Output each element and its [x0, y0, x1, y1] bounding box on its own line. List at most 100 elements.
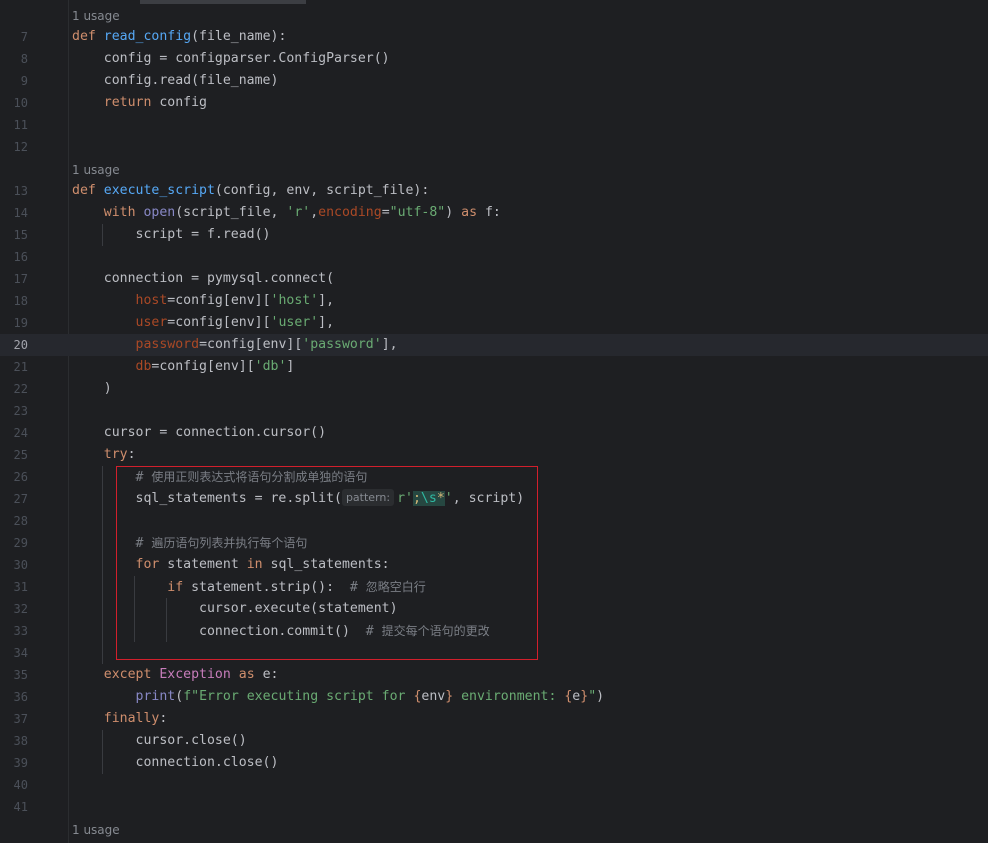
code-row[interactable]: 25 try:: [0, 444, 988, 466]
indent-guide: [102, 224, 103, 246]
code-line[interactable]: except Exception as e:: [72, 664, 279, 686]
line-number: 38: [13, 734, 28, 748]
code-line[interactable]: return config: [72, 92, 207, 114]
line-number: 40: [13, 778, 28, 792]
code-row[interactable]: 34: [0, 642, 988, 664]
code-line[interactable]: def execute_script(config, env, script_f…: [72, 180, 429, 202]
line-number: 33: [13, 624, 28, 638]
code-row[interactable]: 38 cursor.close(): [0, 730, 988, 752]
code-row[interactable]: 27 sql_statements = re.split(pattern: r';…: [0, 488, 988, 510]
line-number: 10: [13, 96, 28, 110]
code-row[interactable]: 8 config = configparser.ConfigParser(): [0, 48, 988, 70]
line-number: 35: [13, 668, 28, 682]
line-number: 19: [13, 316, 28, 330]
usage-hint[interactable]: 1 usage: [72, 820, 120, 840]
line-number: 23: [13, 404, 28, 418]
indent-guide: [166, 598, 167, 642]
line-number: 41: [13, 800, 28, 814]
line-number: 13: [13, 184, 28, 198]
code-row[interactable]: 19 user=config[env]['user'],: [0, 312, 988, 334]
line-number: 39: [13, 756, 28, 770]
code-row[interactable]: 39 connection.close(): [0, 752, 988, 774]
code-row[interactable]: 18 host=config[env]['host'],: [0, 290, 988, 312]
code-line[interactable]: print(f"Error executing script for {env}…: [72, 686, 605, 708]
code-row[interactable]: 29 # 遍历语句列表并执行每个语句: [0, 532, 988, 554]
line-number: 32: [13, 602, 28, 616]
code-row[interactable]: 36 print(f"Error executing script for {e…: [0, 686, 988, 708]
code-row[interactable]: 21 db=config[env]['db']: [0, 356, 988, 378]
line-number: 9: [20, 74, 28, 88]
code-row[interactable]: 7 def read_config(file_name):: [0, 26, 988, 48]
code-line[interactable]: cursor = connection.cursor(): [72, 422, 326, 444]
code-line[interactable]: # 遍历语句列表并执行每个语句: [72, 532, 308, 554]
line-number: 15: [13, 228, 28, 242]
code-line[interactable]: try:: [72, 444, 136, 466]
line-number: 11: [13, 118, 28, 132]
line-number: 18: [13, 294, 28, 308]
code-row[interactable]: 16: [0, 246, 988, 268]
code-line[interactable]: cursor.execute(statement): [72, 598, 398, 620]
code-row[interactable]: 40: [0, 774, 988, 796]
line-number: 12: [13, 140, 28, 154]
code-row[interactable]: 31 if statement.strip(): # 忽略空白行: [0, 576, 988, 598]
code-row[interactable]: 37 finally:: [0, 708, 988, 730]
parameter-name-hint: pattern:: [341, 489, 395, 506]
code-row[interactable]: 17 connection = pymysql.connect(: [0, 268, 988, 290]
code-row[interactable]: 12: [0, 136, 988, 158]
line-number: 25: [13, 448, 28, 462]
code-row[interactable]: 23: [0, 400, 988, 422]
code-row[interactable]: 35 except Exception as e:: [0, 664, 988, 686]
code-line[interactable]: # 使用正则表达式将语句分割成单独的语句: [72, 466, 368, 488]
code-line[interactable]: with open(script_file, 'r',encoding="utf…: [72, 202, 501, 224]
code-line[interactable]: host=config[env]['host'],: [72, 290, 335, 312]
line-number: 36: [13, 690, 28, 704]
code-editor[interactable]: 1 usage 7 def read_config(file_name): 8 …: [0, 0, 988, 843]
line-number: 22: [13, 382, 28, 396]
line-number: 30: [13, 558, 28, 572]
code-row[interactable]: 15 script = f.read(): [0, 224, 988, 246]
code-row[interactable]: 26 # 使用正则表达式将语句分割成单独的语句: [0, 466, 988, 488]
line-number: 17: [13, 272, 28, 286]
code-row[interactable]: 10 return config: [0, 92, 988, 114]
code-line[interactable]: user=config[env]['user'],: [72, 312, 335, 334]
code-row[interactable]: 13 def execute_script(config, env, scrip…: [0, 180, 988, 202]
code-line[interactable]: connection = pymysql.connect(: [72, 268, 334, 290]
line-number: 16: [13, 250, 28, 264]
line-number: 26: [13, 470, 28, 484]
code-line[interactable]: for statement in sql_statements:: [72, 554, 390, 576]
code-line[interactable]: config.read(file_name): [72, 70, 279, 92]
code-row[interactable]: 30 for statement in sql_statements:: [0, 554, 988, 576]
line-number: 34: [13, 646, 28, 660]
line-number: 28: [13, 514, 28, 528]
code-line[interactable]: ): [72, 378, 112, 400]
code-row[interactable]: 28: [0, 510, 988, 532]
code-line[interactable]: if statement.strip(): # 忽略空白行: [72, 576, 426, 598]
code-row[interactable]: 33 connection.commit() # 提交每个语句的更改: [0, 620, 988, 642]
code-line[interactable]: cursor.close(): [72, 730, 247, 752]
indent-guide: [102, 466, 103, 664]
line-number: 27: [13, 492, 28, 506]
code-line[interactable]: def read_config(file_name):: [72, 26, 286, 48]
code-line[interactable]: password=config[env]['password'],: [72, 334, 398, 356]
code-row[interactable]: 41: [0, 796, 988, 818]
code-row[interactable]: 24 cursor = connection.cursor(): [0, 422, 988, 444]
usage-hint[interactable]: 1 usage: [72, 6, 120, 26]
line-number: 24: [13, 426, 28, 440]
code-row[interactable]: 11: [0, 114, 988, 136]
current-line-row[interactable]: 20 password=config[env]['password'],: [0, 334, 988, 356]
code-line[interactable]: config = configparser.ConfigParser(): [72, 48, 390, 70]
code-line[interactable]: finally:: [72, 708, 168, 730]
code-row[interactable]: 14 with open(script_file, 'r',encoding="…: [0, 202, 988, 224]
code-area[interactable]: 1 usage 7 def read_config(file_name): 8 …: [0, 0, 988, 843]
line-number: 7: [20, 30, 28, 44]
usage-hint[interactable]: 1 usage: [72, 160, 120, 180]
code-line[interactable]: db=config[env]['db']: [72, 356, 295, 378]
code-line[interactable]: sql_statements = re.split(pattern: r';\s*…: [72, 488, 524, 510]
line-number: 21: [13, 360, 28, 374]
code-row[interactable]: 22 ): [0, 378, 988, 400]
code-row[interactable]: 32 cursor.execute(statement): [0, 598, 988, 620]
indent-guide: [102, 730, 103, 774]
line-number: 14: [13, 206, 28, 220]
line-number: 29: [13, 536, 28, 550]
code-row[interactable]: 9 config.read(file_name): [0, 70, 988, 92]
